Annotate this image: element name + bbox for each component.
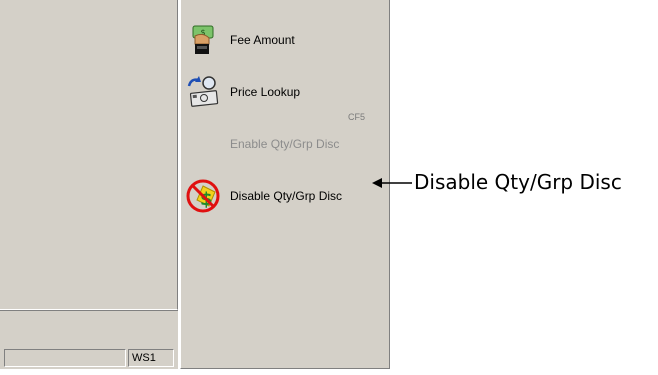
left-lower-panel bbox=[0, 311, 180, 347]
main-content-area bbox=[0, 0, 178, 310]
price-lookup-shortcut: CF5 bbox=[348, 112, 366, 122]
callout-label: Disable Qty/Grp Disc bbox=[414, 170, 622, 194]
menu-item-enable-qty-grp-disc: Enable Qty/Grp Disc bbox=[184, 126, 339, 162]
menu-item-fee-amount[interactable]: $ Fee Amount bbox=[184, 22, 295, 58]
callout-arrow-icon bbox=[372, 178, 412, 188]
menu-label-disable-qty-grp-disc: Disable Qty/Grp Disc bbox=[230, 189, 343, 203]
menu-icon-placeholder bbox=[184, 126, 222, 162]
disable-discount-icon: $ bbox=[184, 178, 222, 214]
fee-amount-icon: $ bbox=[184, 22, 222, 58]
menu-item-price-lookup[interactable]: Price Lookup bbox=[184, 74, 300, 110]
menu-item-disable-qty-grp-disc[interactable]: $ Disable Qty/Grp Disc bbox=[184, 178, 342, 214]
status-pane-blank bbox=[4, 349, 126, 367]
status-bar: WS1 bbox=[0, 347, 180, 369]
menu-label-price-lookup: Price Lookup bbox=[230, 85, 301, 99]
menu-label-enable-qty-grp-disc: Enable Qty/Grp Disc bbox=[230, 137, 340, 151]
menu-label-fee-amount: Fee Amount bbox=[230, 33, 295, 47]
price-lookup-icon bbox=[184, 74, 222, 110]
status-pane-workstation: WS1 bbox=[128, 349, 174, 367]
